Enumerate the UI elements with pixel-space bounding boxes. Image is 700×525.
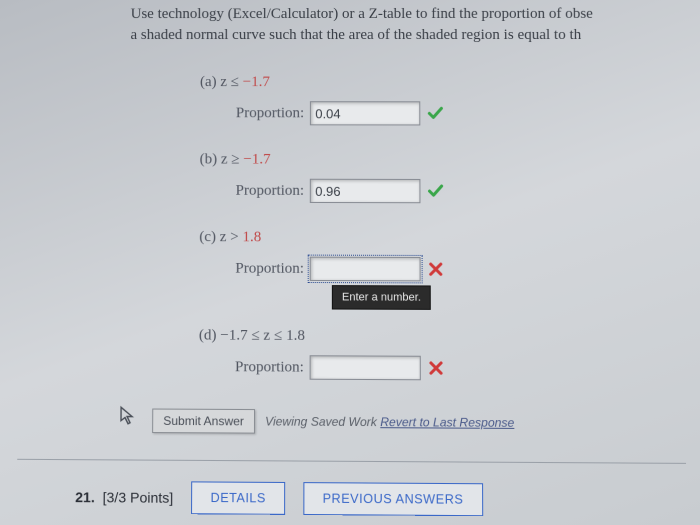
details-button[interactable]: DETAILS [191,481,285,514]
proportion-label: Proportion: [236,182,305,199]
part-a-label: (a) z ≤ −1.7 [200,74,682,91]
proportion-label: Proportion: [235,260,304,277]
x-icon [427,260,445,278]
x-icon [427,359,445,377]
part-a: (a) z ≤ −1.7 Proportion: [200,74,683,126]
previous-answers-button[interactable]: PREVIOUS ANSWERS [303,482,482,516]
instructions-text: Use technology (Excel/Calculator) or a Z… [21,0,682,56]
proportion-input-a[interactable] [310,101,420,125]
part-d-label: (d) −1.7 ≤ z ≤ 1.8 [199,327,685,346]
tooltip: Enter a number. [332,285,431,310]
cursor-icon [118,405,136,433]
proportion-input-b[interactable] [310,179,421,203]
part-c-label: (c) z > 1.8 [199,229,684,248]
part-c: (c) z > 1.8 Proportion: Enter a number. [199,229,684,282]
part-b: (b) z ≥ −1.7 Proportion: [199,151,683,204]
proportion-label: Proportion: [236,105,304,122]
part-d: (d) −1.7 ≤ z ≤ 1.8 Proportion: [199,327,686,381]
checkmark-icon [427,182,445,200]
question-number: 21. [3/3 Points] [75,489,173,506]
proportion-label: Proportion: [235,358,304,376]
revert-link[interactable]: Revert to Last Response [380,414,514,429]
divider [17,459,686,464]
problem-area: (a) z ≤ −1.7 Proportion: (b) z ≥ −1.7 Pr… [199,74,686,382]
part-b-label: (b) z ≥ −1.7 [200,151,684,169]
proportion-input-c[interactable] [310,257,421,282]
proportion-input-d[interactable] [310,355,421,380]
question-row: 21. [3/3 Points] DETAILS PREVIOUS ANSWER… [75,481,686,518]
submit-answer-button[interactable]: Submit Answer [152,408,255,433]
checkmark-icon [427,104,445,122]
saved-work-text: Viewing Saved Work Revert to Last Respon… [265,414,514,430]
